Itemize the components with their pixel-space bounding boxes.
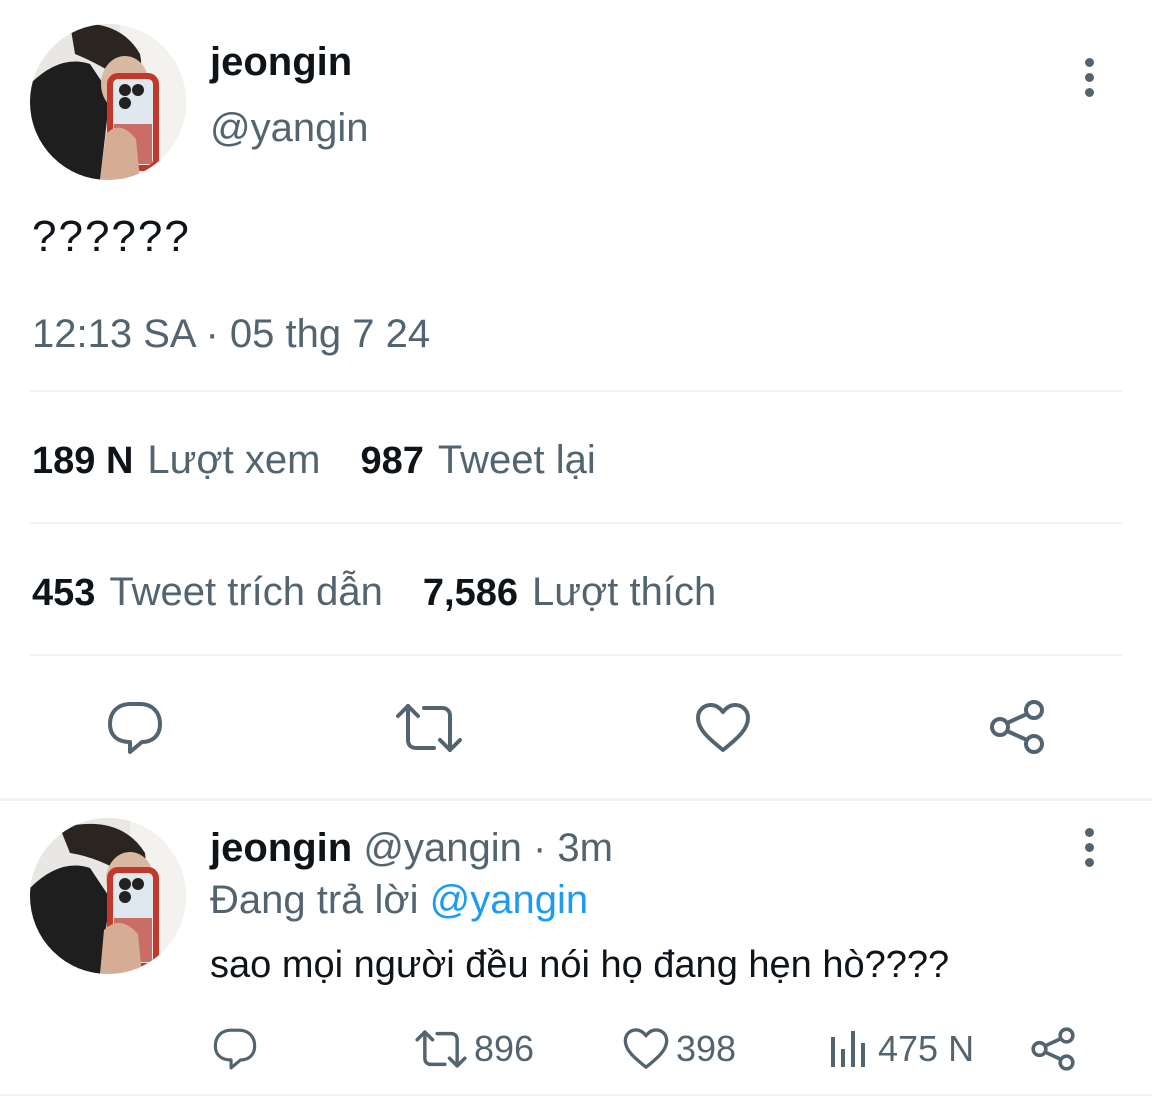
reply-view-count: 475 N [878,1028,975,1069]
stats-row-2: 453 Tweet trích dẫn 7,586 Lượt thích [32,570,716,615]
retweet-icon [415,1030,467,1068]
replying-to-label: Đang trả lời [210,878,419,922]
section-divider [0,798,1152,801]
share-icon [1031,1027,1075,1071]
likes-count: 7,586 [422,572,518,614]
more-vertical-icon[interactable] [1082,58,1096,97]
views-label: Lượt xem [147,438,321,482]
reply-retweet-count: 896 [474,1028,535,1069]
retweets-stat[interactable]: 987 Tweet lại [360,438,595,483]
reply-author-handle[interactable]: @yangin [363,826,521,870]
reply-more-vertical-icon[interactable] [1082,828,1096,867]
reply-author-name[interactable]: jeongin [210,826,352,870]
avatar[interactable] [30,24,186,180]
views-stat[interactable]: 189 N Lượt xem [32,438,320,483]
author-name[interactable]: jeongin [210,40,352,85]
reply-reply-button[interactable] [212,1024,264,1074]
divider [30,390,1122,392]
likes-stat[interactable]: 7,586 Lượt thích [423,570,716,615]
divider [30,654,1122,656]
retweets-label: Tweet lại [437,438,596,482]
views-count: 189 N [32,440,134,482]
quotes-count: 453 [32,572,96,614]
retweet-icon [396,704,462,752]
replying-to: Đang trả lời @yangin [210,878,588,923]
reply-icon [108,702,162,754]
retweet-button[interactable] [392,698,466,758]
likes-label: Lượt thích [531,570,717,614]
reply-like-count: 398 [676,1028,737,1069]
share-button[interactable] [984,696,1050,758]
bottom-divider [0,1094,1152,1096]
profile-photo [30,24,186,180]
like-icon [696,703,750,752]
like-icon [623,1028,669,1069]
reply-avatar[interactable] [30,818,186,974]
retweets-count: 987 [360,440,424,482]
tweet-timestamp[interactable]: 12:13 SA · 05 thg 7 24 [32,312,430,357]
reply-text: sao mọi người đều nói họ đang hẹn hò???? [210,944,950,986]
profile-photo [30,818,186,974]
author-handle[interactable]: @yangin [210,106,368,151]
reply-views-button[interactable]: 475 N [828,1024,974,1074]
share-icon [990,700,1044,754]
tweet-text: ?????? [32,212,191,261]
reply-button[interactable] [100,698,170,758]
views-chart-icon [831,1031,865,1067]
like-button[interactable] [690,698,756,758]
stats-row-1: 189 N Lượt xem 987 Tweet lại [32,438,596,483]
reply-retweet-button[interactable]: 896 [414,1024,534,1074]
reply-time[interactable]: · 3m [533,826,613,870]
reply-header: jeongin @yangin · 3m [210,826,613,871]
reply-icon [213,1028,257,1070]
replying-to-handle[interactable]: @yangin [430,878,588,922]
quotes-label: Tweet trích dẫn [109,570,383,614]
divider [30,522,1122,524]
reply-share-button[interactable] [1030,1024,1082,1074]
reply-like-button[interactable]: 398 [622,1024,736,1074]
quotes-stat[interactable]: 453 Tweet trích dẫn [32,570,383,615]
